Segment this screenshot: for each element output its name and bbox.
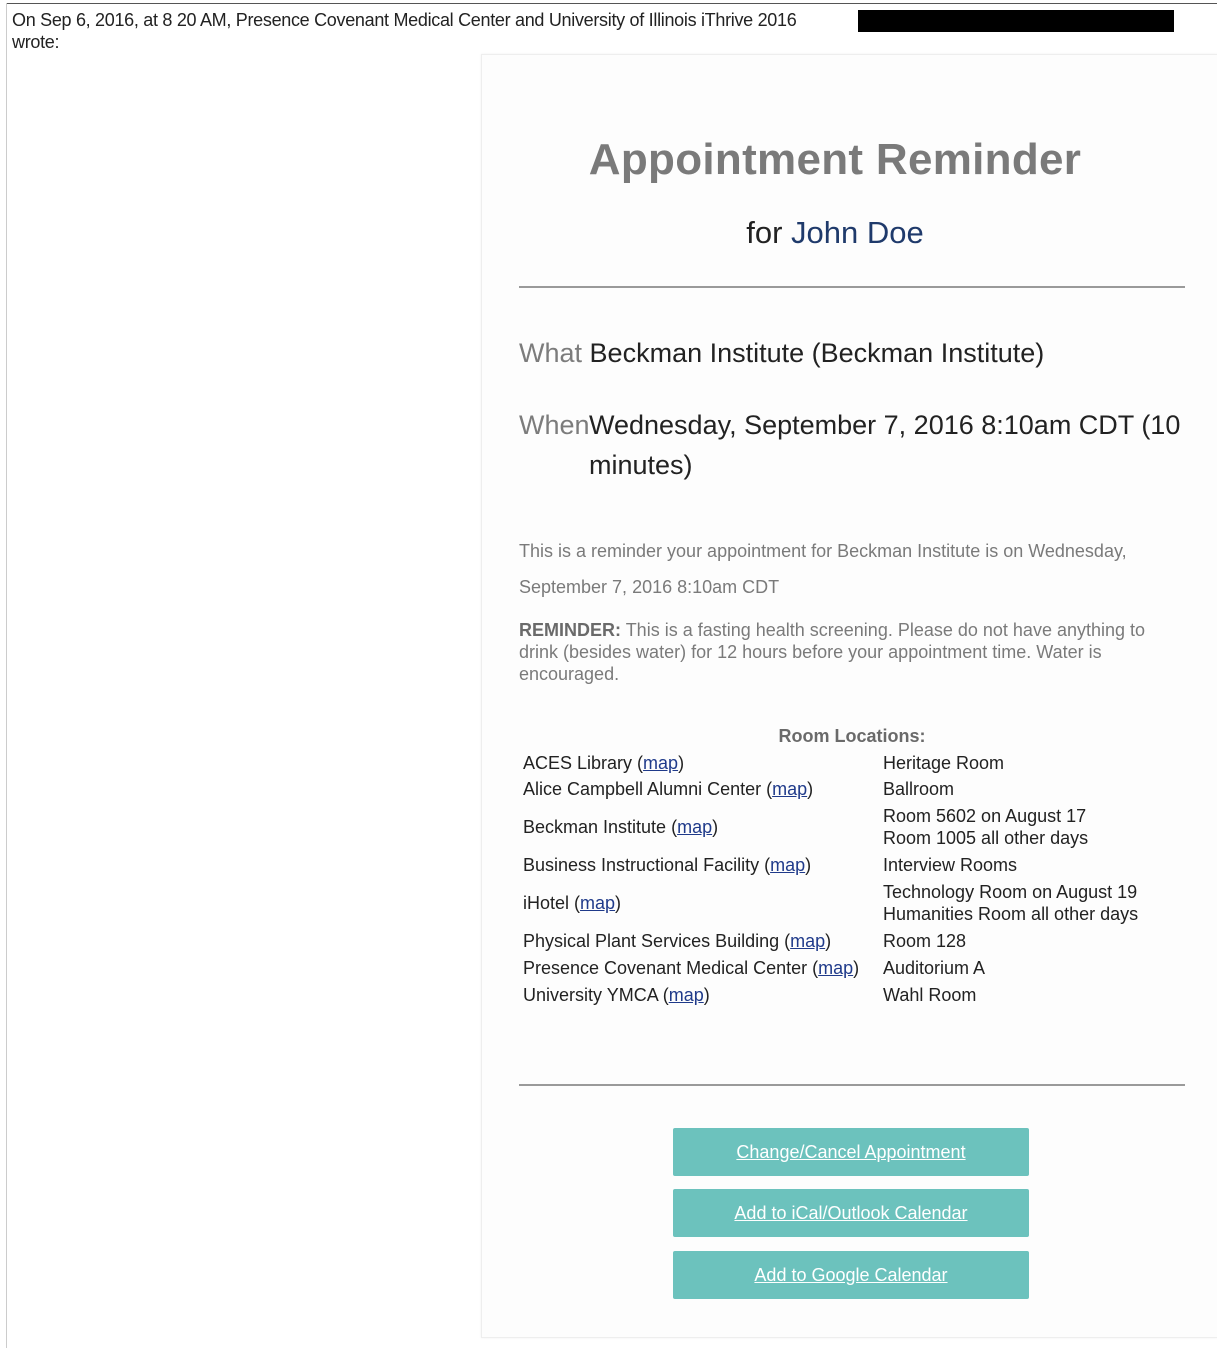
map-link[interactable]: map <box>790 931 825 951</box>
change-cancel-appointment-button[interactable]: Change/Cancel Appointment <box>673 1128 1029 1176</box>
what-label: What <box>519 338 583 368</box>
room-name: Technology Room on August 19 <box>883 882 1138 902</box>
reminder-message: This is a reminder your appointment for … <box>519 541 1127 597</box>
appointment-card: Appointment Reminder for John Doe What B… <box>481 54 1217 1338</box>
header-rule <box>6 3 1217 4</box>
room-place: Physical Plant Services Building <box>523 931 780 951</box>
left-border <box>6 3 7 1348</box>
room-place: iHotel <box>523 893 570 913</box>
map-link[interactable]: map <box>643 753 678 773</box>
room-name: Auditorium A <box>883 958 986 978</box>
what-row: What Beckman Institute (Beckman Institut… <box>519 338 1044 369</box>
room-name: Room 5602 on August 17 <box>883 806 1087 826</box>
for-label: for <box>746 215 783 250</box>
room-place: ACES Library <box>523 753 633 773</box>
recipient-line: for John Doe <box>482 215 1188 251</box>
room-name: Heritage Room <box>883 753 1005 773</box>
map-link[interactable]: map <box>677 817 712 837</box>
map-link[interactable]: map <box>580 893 615 913</box>
divider-top <box>519 286 1185 288</box>
reminder-label: REMINDER: <box>519 620 621 640</box>
page-title: Appointment Reminder <box>588 135 1082 184</box>
when-row: When Wednesday, September 7, 2016 8:10am… <box>519 405 1189 480</box>
room-locations-title: Room Locations: <box>778 726 926 746</box>
map-link[interactable]: map <box>770 855 805 875</box>
room-name: Room 128 <box>883 931 967 951</box>
add-ical-outlook-button[interactable]: Add to iCal/Outlook Calendar <box>673 1189 1029 1237</box>
room-place: Business Instructional Facility <box>523 855 760 875</box>
map-link[interactable]: map <box>669 985 704 1005</box>
map-link[interactable]: map <box>772 779 807 799</box>
room-name: Wahl Room <box>883 985 977 1005</box>
fasting-note: REMINDER: This is a fasting health scree… <box>519 619 1189 685</box>
redaction-bar <box>858 10 1174 32</box>
room-name: Interview Rooms <box>883 855 1018 875</box>
what-value: Beckman Institute (Beckman Institute) <box>589 338 1045 368</box>
when-label: When <box>519 410 590 440</box>
when-value: Wednesday, September 7, 2016 8:10am CDT … <box>589 410 1181 480</box>
recipient-name: John Doe <box>791 215 924 250</box>
divider-bottom <box>519 1084 1185 1086</box>
room-name-alt: Humanities Room all other days <box>883 904 1139 924</box>
room-row: iHotel (map) Technology Room on August 1… <box>523 881 1183 925</box>
add-google-calendar-button[interactable]: Add to Google Calendar <box>673 1251 1029 1299</box>
email-header-line2: wrote: <box>12 32 60 52</box>
room-place: Presence Covenant Medical Center <box>523 958 808 978</box>
room-place: Alice Campbell Alumni Center <box>523 779 762 799</box>
room-name-alt: Room 1005 all other days <box>883 828 1089 848</box>
map-link[interactable]: map <box>818 958 853 978</box>
room-place: Beckman Institute <box>523 817 667 837</box>
room-place: University YMCA <box>523 985 658 1005</box>
room-name: Ballroom <box>883 779 955 799</box>
room-row: Beckman Institute (map) Room 5602 on Aug… <box>523 805 1183 849</box>
